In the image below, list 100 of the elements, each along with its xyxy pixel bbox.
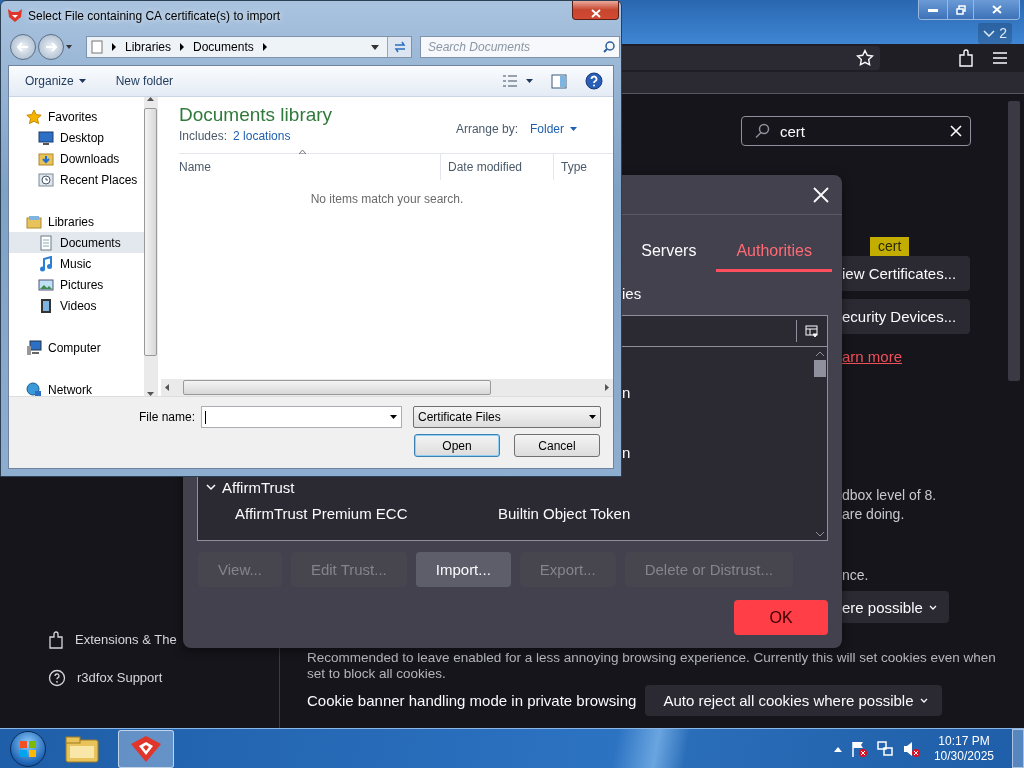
open-button[interactable]: Open bbox=[414, 434, 500, 457]
document-icon bbox=[38, 234, 54, 251]
nav-item[interactable]: Favorites bbox=[9, 106, 144, 127]
learn-more-link[interactable]: arn more bbox=[842, 348, 903, 365]
chevron-down-icon bbox=[983, 29, 996, 37]
back-arrow-icon bbox=[17, 42, 29, 52]
chevron-down-icon bbox=[928, 604, 937, 610]
document-icon bbox=[91, 40, 103, 54]
flag-alert-icon[interactable] bbox=[849, 739, 868, 758]
breadcrumb-arrow-icon bbox=[179, 43, 186, 51]
help-icon bbox=[48, 668, 66, 687]
new-folder-button[interactable]: New folder bbox=[115, 74, 174, 88]
organize-menu[interactable]: Organize bbox=[25, 74, 86, 88]
caret-icon bbox=[570, 126, 577, 131]
library-icon bbox=[26, 213, 42, 230]
dropdown[interactable]: ere possible bbox=[842, 591, 949, 623]
nav-item[interactable]: Libraries bbox=[9, 211, 144, 232]
nav-item[interactable]: Network bbox=[9, 379, 144, 396]
tab[interactable]: Servers bbox=[621, 232, 717, 272]
start-button[interactable] bbox=[10, 730, 46, 767]
clock-folder-icon bbox=[38, 171, 54, 188]
forward-arrow-icon bbox=[45, 42, 57, 52]
preview-pane-icon[interactable] bbox=[551, 73, 567, 89]
computer-icon bbox=[26, 339, 42, 356]
close-icon bbox=[590, 9, 601, 18]
column-header[interactable]: Type bbox=[553, 154, 613, 180]
star-icon[interactable] bbox=[856, 48, 874, 67]
table-row[interactable]: AffirmTrust Premium ECC Builtin Object Token bbox=[198, 498, 813, 528]
arrange-dropdown[interactable]: Folder bbox=[530, 121, 577, 136]
help-icon[interactable] bbox=[585, 72, 603, 90]
dropdown[interactable]: Auto reject all cookies where possible bbox=[645, 685, 942, 716]
windows-logo-icon bbox=[19, 739, 37, 758]
breadcrumb-arrow-icon bbox=[261, 43, 268, 51]
table-cell: n bbox=[622, 443, 631, 461]
speaker-muted-icon[interactable] bbox=[901, 739, 920, 758]
sort-caret-icon bbox=[299, 150, 306, 154]
security-devices-button[interactable]: ecurity Devices... bbox=[842, 299, 971, 334]
caret-icon bbox=[78, 79, 86, 83]
dropdown-arrow-icon bbox=[371, 44, 379, 50]
import-button[interactable]: Import... bbox=[415, 552, 511, 587]
nav-item[interactable]: Desktop bbox=[9, 127, 144, 148]
puzzle-piece-icon[interactable] bbox=[958, 48, 974, 67]
clock[interactable]: 10:17 PM 10/30/2025 bbox=[933, 733, 994, 764]
view-certificates-button[interactable]: iew Certificates... bbox=[842, 256, 971, 291]
close-icon bbox=[812, 185, 830, 204]
file-type-select[interactable]: Certificate Files bbox=[413, 406, 602, 428]
minimize-button[interactable] bbox=[919, 0, 947, 19]
file-name-field[interactable] bbox=[201, 406, 403, 428]
close-button[interactable] bbox=[572, 1, 619, 20]
view-list-icon[interactable] bbox=[502, 74, 518, 88]
nav-item[interactable]: Downloads bbox=[9, 148, 144, 169]
scroll-thumb[interactable] bbox=[814, 360, 826, 377]
section-heading: ies bbox=[621, 285, 643, 304]
nav-item[interactable]: Documents bbox=[9, 232, 144, 253]
refresh-button[interactable] bbox=[387, 37, 411, 57]
locations-link[interactable]: 2 locations bbox=[233, 129, 291, 143]
nav-item[interactable]: Music bbox=[9, 253, 144, 274]
scroll-up-icon bbox=[815, 351, 825, 357]
nav-item[interactable]: Computer bbox=[9, 337, 144, 358]
forward-button[interactable] bbox=[38, 34, 64, 60]
column-header[interactable]: Date modified bbox=[440, 154, 553, 180]
column-picker-icon[interactable] bbox=[805, 324, 819, 338]
arrange-label: Arrange by: bbox=[455, 121, 518, 136]
chevron-down-icon[interactable] bbox=[206, 482, 216, 492]
scroll-thumb[interactable] bbox=[144, 107, 158, 356]
description-text: nce. bbox=[842, 567, 870, 583]
network-icon[interactable] bbox=[875, 739, 894, 758]
taskbar-app[interactable] bbox=[118, 729, 174, 768]
chevron-down-icon bbox=[919, 698, 928, 703]
back-button[interactable] bbox=[10, 34, 36, 60]
cancel-button[interactable]: Cancel bbox=[514, 434, 600, 457]
search-icon bbox=[754, 123, 770, 139]
menu-icon[interactable] bbox=[992, 50, 1008, 65]
nav-item[interactable]: Recent Places bbox=[9, 169, 144, 190]
maximize-button[interactable] bbox=[947, 0, 973, 19]
breadcrumb-item[interactable]: Libraries bbox=[125, 40, 172, 54]
dropdown-arrow-icon bbox=[66, 45, 72, 49]
refresh-arrows-icon bbox=[392, 41, 407, 53]
nav-item[interactable]: Videos bbox=[9, 295, 144, 316]
nav-item[interactable]: Pictures bbox=[9, 274, 144, 295]
search-field[interactable]: cert bbox=[741, 116, 971, 146]
sidebar-link[interactable]: Extensions & The bbox=[48, 630, 177, 649]
clear-icon[interactable] bbox=[950, 125, 962, 137]
breadcrumb-arrow-icon bbox=[111, 43, 117, 51]
puzzle-piece-icon bbox=[48, 630, 64, 649]
column-header[interactable]: Name bbox=[179, 160, 440, 174]
table-cell: n bbox=[622, 383, 631, 401]
scroll-thumb[interactable] bbox=[183, 380, 491, 395]
close-icon bbox=[991, 5, 1002, 14]
tab-list-button[interactable]: 2 bbox=[978, 22, 1012, 44]
address-bar[interactable]: Libraries Documents bbox=[86, 36, 412, 58]
ok-button[interactable]: OK bbox=[734, 600, 828, 635]
tab[interactable]: Authorities bbox=[716, 232, 832, 272]
search-match-tooltip: cert bbox=[870, 237, 910, 256]
tray-arrow-icon[interactable] bbox=[833, 745, 842, 752]
caret-icon[interactable] bbox=[526, 79, 533, 83]
tree-group-row[interactable]: AffirmTrust bbox=[198, 476, 813, 498]
music-note-icon bbox=[38, 255, 54, 272]
breadcrumb-item[interactable]: Documents bbox=[193, 40, 254, 54]
sidebar-link[interactable]: r3dfox Support bbox=[48, 668, 163, 687]
